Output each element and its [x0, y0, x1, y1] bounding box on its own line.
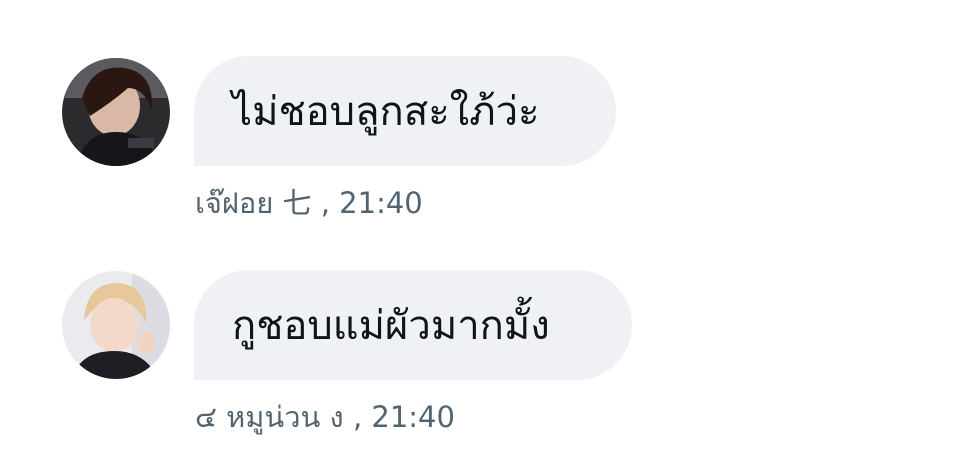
message-text: กูชอบแม่ผัวมากมั้ง [232, 303, 550, 349]
sender-name[interactable]: เจ๊ฝอย 七 [195, 186, 312, 220]
message-bubble[interactable]: ไม่ชอบลูกสะใภ้ว่ะ [194, 56, 616, 166]
message-time: , 21:40 [320, 186, 423, 220]
avatar-photo [62, 271, 170, 379]
avatar[interactable] [62, 58, 170, 166]
avatar-photo [62, 58, 170, 166]
sender-name[interactable]: ๔ หมูน่วน ง [195, 400, 344, 434]
message-meta: เจ๊ฝอย 七 , 21:40 [195, 180, 423, 226]
message-text: ไม่ชอบลูกสะใภ้ว่ะ [232, 89, 540, 135]
message-time: , 21:40 [352, 400, 455, 434]
message-meta: ๔ หมูน่วน ง , 21:40 [195, 394, 455, 440]
avatar[interactable] [62, 271, 170, 379]
message-bubble[interactable]: กูชอบแม่ผัวมากมั้ง [194, 270, 632, 380]
